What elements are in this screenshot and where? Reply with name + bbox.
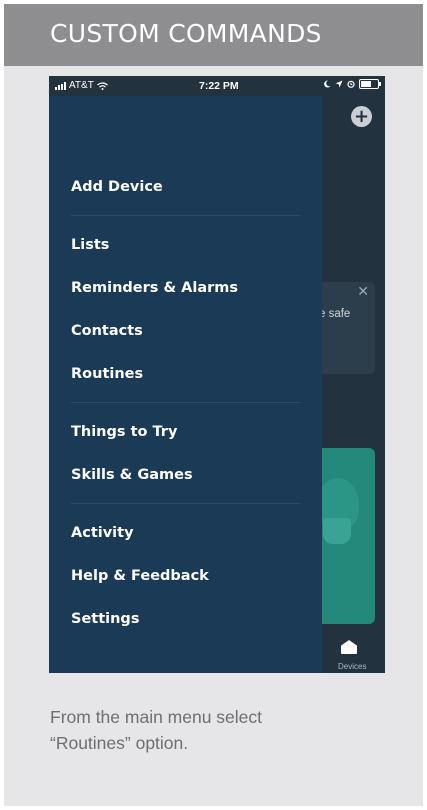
carrier-label: AT&T: [69, 80, 94, 91]
location-arrow-icon: [335, 80, 343, 88]
menu-item-lists[interactable]: Lists: [71, 237, 109, 253]
menu-item-settings[interactable]: Settings: [71, 611, 139, 627]
status-time: 7:22 PM: [199, 80, 239, 92]
close-icon[interactable]: ✕: [357, 284, 369, 300]
menu-item-help-feedback[interactable]: Help & Feedback: [71, 568, 209, 584]
alarm-icon: [347, 80, 355, 88]
phone-screenshot: AT&T 7:22 PM + ✕ e safe Devices Add Devi…: [49, 76, 385, 673]
menu-item-reminders-alarms[interactable]: Reminders & Alarms: [71, 280, 238, 296]
devices-home-icon[interactable]: [341, 640, 357, 654]
page-title: CUSTOM COMMANDS: [50, 19, 322, 48]
status-bar: AT&T 7:22 PM: [49, 76, 385, 96]
menu-item-activity[interactable]: Activity: [71, 525, 134, 541]
background-card-text: e safe: [319, 308, 351, 320]
signal-bars-icon: [55, 81, 66, 90]
menu-item-routines[interactable]: Routines: [71, 366, 143, 382]
menu-divider: [71, 215, 300, 216]
menu-divider: [71, 402, 300, 403]
navigation-drawer: Add Device Lists Reminders & Alarms Cont…: [49, 96, 322, 673]
plus-circle-icon[interactable]: +: [351, 106, 372, 127]
battery-icon: [359, 79, 381, 89]
pot-illustration: [323, 518, 351, 544]
wifi-icon: [96, 81, 108, 90]
caption-line-1: From the main menu select: [50, 707, 263, 727]
instruction-caption: From the main menu select “Routines” opt…: [50, 704, 390, 756]
menu-item-add-device[interactable]: Add Device: [71, 179, 163, 195]
moon-icon: [324, 80, 331, 88]
instruction-card: CUSTOM COMMANDS AT&T 7:22 PM + ✕ e safe …: [4, 4, 423, 806]
menu-item-skills-games[interactable]: Skills & Games: [71, 467, 193, 483]
menu-item-things-to-try[interactable]: Things to Try: [71, 424, 177, 440]
menu-divider: [71, 503, 300, 504]
header-banner: CUSTOM COMMANDS: [4, 4, 423, 66]
menu-item-contacts[interactable]: Contacts: [71, 323, 143, 339]
nav-devices-label[interactable]: Devices: [338, 662, 366, 671]
caption-line-2: “Routines” option.: [50, 733, 189, 753]
